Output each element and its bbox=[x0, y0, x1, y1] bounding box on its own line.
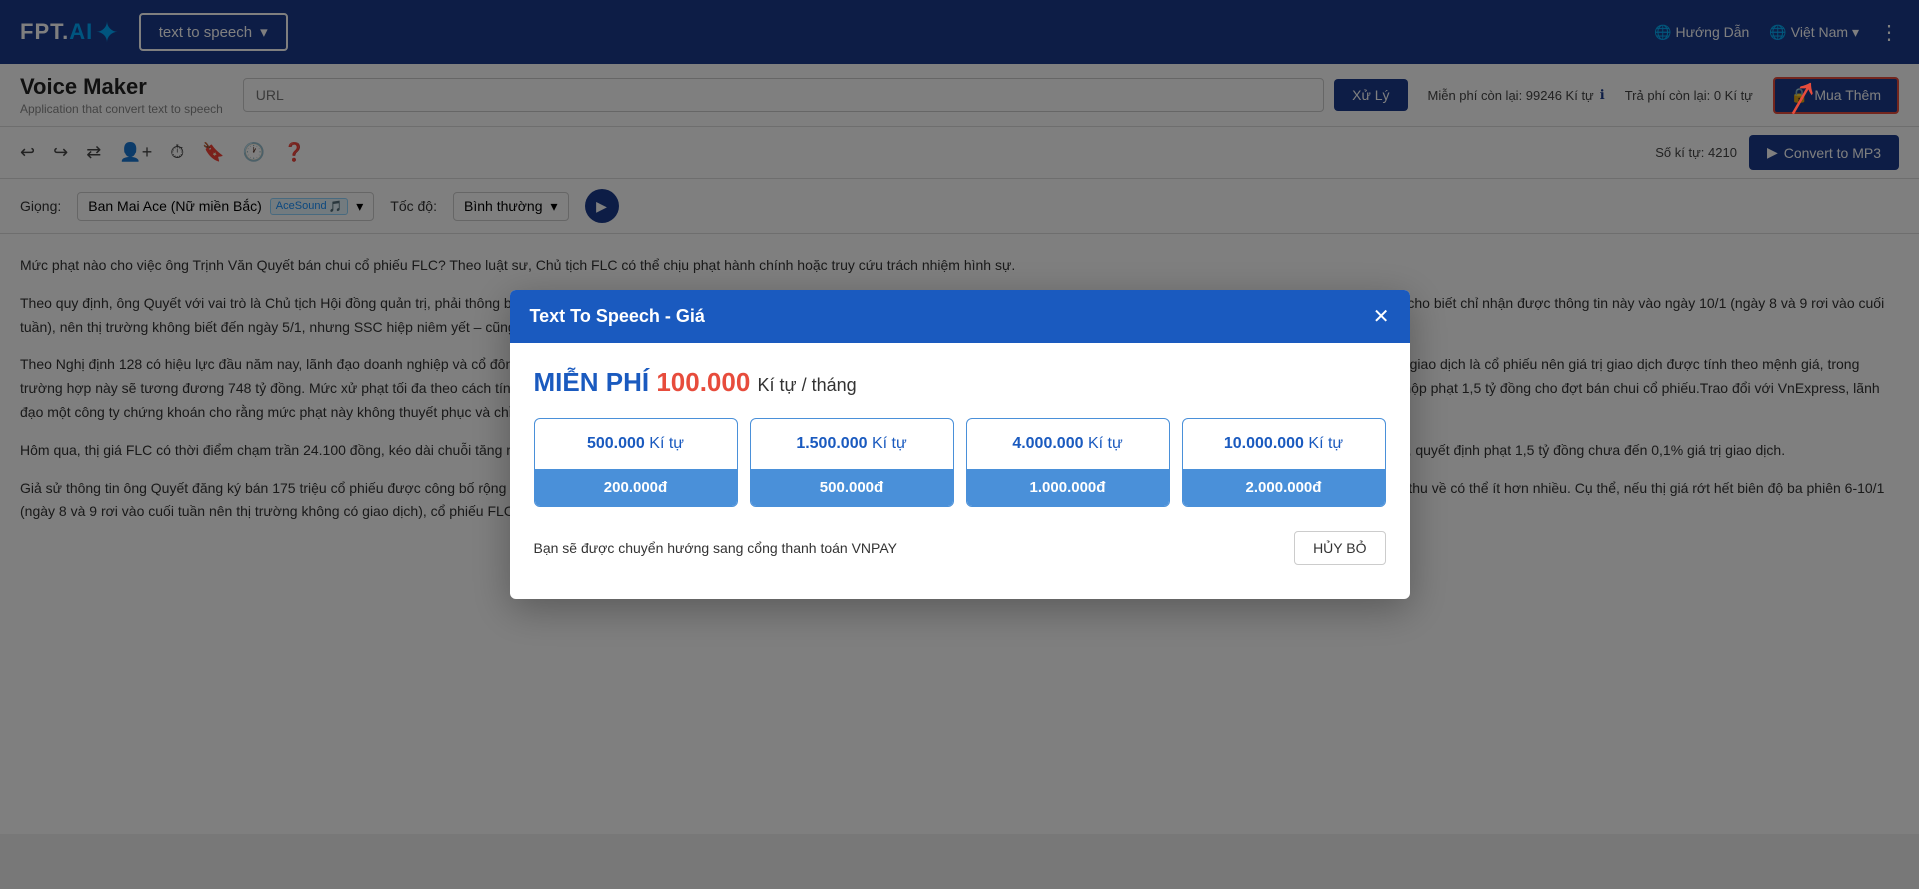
plan-card-4[interactable]: 10.000.000 Kí tự 2.000.000đ bbox=[1182, 418, 1386, 507]
plan-3-chars: 4.000.000 Kí tự bbox=[967, 419, 1169, 469]
modal-close-button[interactable]: ✕ bbox=[1373, 304, 1390, 329]
plan-3-price: 1.000.000đ bbox=[967, 469, 1169, 506]
vnpay-note: Bạn sẽ được chuyển hướng sang cổng thanh… bbox=[534, 540, 897, 556]
plan-2-chars: 1.500.000 Kí tự bbox=[751, 419, 953, 469]
red-arrow-annotation: ↑ bbox=[1774, 57, 1834, 132]
plan-4-price: 2.000.000đ bbox=[1183, 469, 1385, 506]
huy-bo-button[interactable]: HỦY BỎ bbox=[1294, 531, 1385, 565]
free-tier-title: MIỄN PHÍ 100.000 Kí tự / tháng bbox=[534, 367, 1386, 398]
plan-card-3[interactable]: 4.000.000 Kí tự 1.000.000đ bbox=[966, 418, 1170, 507]
plan-4-chars: 10.000.000 Kí tự bbox=[1183, 419, 1385, 469]
modal-body: MIỄN PHÍ 100.000 Kí tự / tháng 500.000 K… bbox=[510, 343, 1410, 599]
pricing-grid: 500.000 Kí tự 200.000đ 1.500.000 Kí tự 5… bbox=[534, 418, 1386, 507]
plan-card-2[interactable]: 1.500.000 Kí tự 500.000đ bbox=[750, 418, 954, 507]
plan-1-chars: 500.000 Kí tự bbox=[535, 419, 737, 469]
plan-1-price: 200.000đ bbox=[535, 469, 737, 506]
modal-footer: Bạn sẽ được chuyển hướng sang cổng thanh… bbox=[534, 531, 1386, 575]
modal-header: Text To Speech - Giá ✕ bbox=[510, 290, 1410, 343]
modal-overlay[interactable]: ↑ Text To Speech - Giá ✕ MIỄN PHÍ 100.00… bbox=[0, 0, 1919, 889]
modal-title: Text To Speech - Giá bbox=[530, 306, 705, 327]
plan-card-1[interactable]: 500.000 Kí tự 200.000đ bbox=[534, 418, 738, 507]
plan-2-price: 500.000đ bbox=[751, 469, 953, 506]
pricing-modal: Text To Speech - Giá ✕ MIỄN PHÍ 100.000 … bbox=[510, 290, 1410, 599]
